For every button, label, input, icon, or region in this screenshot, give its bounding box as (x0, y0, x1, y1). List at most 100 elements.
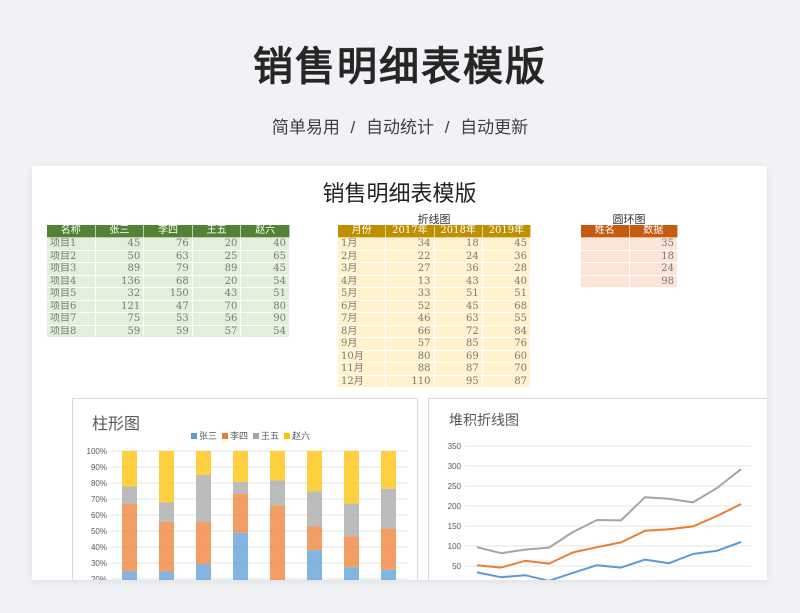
table-cell[interactable]: 70 (191, 299, 242, 313)
table-cell[interactable]: 25 (191, 249, 242, 263)
table-cell[interactable]: 88 (385, 362, 435, 376)
table-cell[interactable]: 63 (143, 249, 193, 263)
table-cell[interactable]: 89 (94, 262, 145, 276)
table-cell[interactable]: 87 (433, 362, 483, 376)
table-cell[interactable]: 项目4 (46, 274, 96, 288)
table-cell[interactable] (580, 274, 630, 288)
table-cell[interactable]: 98 (628, 274, 678, 288)
table-cell[interactable] (580, 262, 630, 276)
table-cell[interactable]: 40 (481, 274, 532, 288)
table-cell[interactable]: 84 (481, 324, 532, 338)
table-cell[interactable]: 项目3 (46, 262, 96, 276)
table-cell[interactable]: 24 (628, 262, 678, 276)
table-cell[interactable]: 12月 (336, 374, 387, 388)
column-header: 2018年 (433, 224, 483, 238)
table-cell[interactable]: 56 (191, 312, 242, 326)
table-cell[interactable]: 项目8 (46, 324, 96, 338)
table-cell[interactable]: 47 (143, 299, 193, 313)
table-cell[interactable]: 11月 (336, 362, 387, 376)
table-cell[interactable]: 72 (433, 324, 483, 338)
table-cell[interactable]: 68 (143, 274, 193, 288)
table-cell[interactable]: 150 (143, 287, 193, 301)
monthly-table: 月份 2017年 2018年 2019年 1月 34 18 45 2月 22 24 36 3月 27 36 2… (336, 224, 532, 388)
table-cell[interactable]: 90 (240, 312, 290, 326)
table-cell[interactable]: 46 (385, 312, 435, 326)
table-cell[interactable]: 54 (240, 274, 290, 288)
table-cell[interactable]: 40 (240, 237, 290, 251)
table-cell[interactable]: 20 (191, 274, 242, 288)
table-cell[interactable]: 项目5 (46, 287, 96, 301)
table-cell[interactable]: 59 (143, 324, 193, 338)
table-cell[interactable]: 85 (433, 337, 483, 351)
table-cell[interactable]: 18 (628, 249, 678, 263)
table-cell[interactable]: 项目7 (46, 312, 96, 326)
table-cell[interactable]: 24 (433, 249, 483, 263)
table-cell[interactable]: 57 (191, 324, 242, 338)
table-cell[interactable]: 80 (385, 349, 435, 363)
table-cell[interactable]: 121 (94, 299, 145, 313)
table-cell[interactable]: 43 (433, 274, 483, 288)
table-cell[interactable]: 76 (481, 337, 532, 351)
table-row: 5月 33 51 51 (336, 287, 532, 301)
table-cell[interactable]: 27 (385, 262, 435, 276)
table-cell[interactable]: 75 (94, 312, 145, 326)
table-cell[interactable]: 6月 (336, 299, 387, 313)
table-cell[interactable]: 4月 (336, 274, 387, 288)
table-cell[interactable]: 60 (481, 349, 532, 363)
table-cell[interactable]: 95 (433, 374, 483, 388)
table-cell[interactable]: 110 (385, 374, 435, 388)
table-cell[interactable]: 87 (481, 374, 532, 388)
table-cell[interactable]: 68 (481, 299, 532, 313)
table-cell[interactable]: 3月 (336, 262, 387, 276)
table-cell[interactable]: 55 (481, 312, 532, 326)
table-cell[interactable] (580, 237, 630, 251)
table-cell[interactable]: 51 (481, 287, 532, 301)
table-cell[interactable]: 69 (433, 349, 483, 363)
table-cell[interactable]: 57 (385, 337, 435, 351)
table-cell[interactable]: 20 (191, 237, 242, 251)
table-cell[interactable]: 32 (94, 287, 145, 301)
table-cell[interactable]: 28 (481, 262, 532, 276)
table-cell[interactable]: 项目2 (46, 249, 96, 263)
table-cell[interactable]: 1月 (336, 237, 387, 251)
table-cell[interactable]: 45 (240, 262, 290, 276)
table-cell[interactable]: 36 (481, 249, 532, 263)
table-cell[interactable]: 52 (385, 299, 435, 313)
table-cell[interactable]: 2月 (336, 249, 387, 263)
table-cell[interactable]: 13 (385, 274, 435, 288)
table-cell[interactable]: 10月 (336, 349, 387, 363)
table-cell[interactable]: 18 (433, 237, 483, 251)
table-cell[interactable]: 70 (481, 362, 532, 376)
table-cell[interactable]: 22 (385, 249, 435, 263)
table-cell[interactable]: 7月 (336, 312, 387, 326)
table-cell[interactable]: 59 (94, 324, 145, 338)
table-cell[interactable]: 54 (240, 324, 290, 338)
table-cell[interactable]: 51 (433, 287, 483, 301)
table-cell[interactable] (580, 249, 630, 263)
table-cell[interactable]: 45 (481, 237, 532, 251)
table-cell[interactable]: 79 (143, 262, 193, 276)
table-cell[interactable]: 76 (143, 237, 193, 251)
table-cell[interactable]: 项目1 (46, 237, 96, 251)
table-cell[interactable]: 51 (240, 287, 290, 301)
table-cell[interactable]: 9月 (336, 337, 387, 351)
table-cell[interactable]: 项目6 (46, 299, 96, 313)
table-cell[interactable]: 136 (94, 274, 145, 288)
table-cell[interactable]: 66 (385, 324, 435, 338)
table-cell[interactable]: 43 (191, 287, 242, 301)
table-cell[interactable]: 8月 (336, 324, 387, 338)
table-cell[interactable]: 63 (433, 312, 483, 326)
table-cell[interactable]: 35 (628, 237, 678, 251)
table-cell[interactable]: 45 (94, 237, 145, 251)
line-chart: 350 300 250 200 150 100 50 (448, 442, 751, 580)
table-cell[interactable]: 45 (433, 299, 483, 313)
table-cell[interactable]: 80 (240, 299, 290, 313)
table-cell[interactable]: 34 (385, 237, 435, 251)
table-cell[interactable]: 65 (240, 249, 290, 263)
table-cell[interactable]: 53 (143, 312, 193, 326)
table-cell[interactable]: 36 (433, 262, 483, 276)
table-cell[interactable]: 33 (385, 287, 435, 301)
table-cell[interactable]: 5月 (336, 287, 387, 301)
table-cell[interactable]: 50 (94, 249, 145, 263)
table-cell[interactable]: 89 (191, 262, 242, 276)
